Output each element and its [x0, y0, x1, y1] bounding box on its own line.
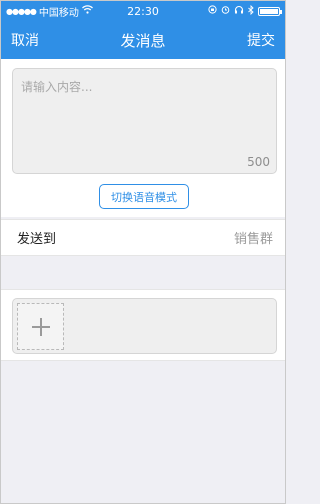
battery-icon: [258, 6, 282, 16]
status-left: ●●●●● 中国移动: [6, 4, 93, 19]
bluetooth-icon: [248, 4, 254, 18]
add-attachment-button[interactable]: [17, 303, 64, 350]
send-to-row[interactable]: 发送到 销售群: [1, 219, 285, 256]
signal-icon: ●●●●●: [6, 6, 37, 16]
attachment-box: [12, 298, 277, 354]
compose-panel: 请输入内容... 500 切换语音模式: [1, 59, 285, 217]
submit-button[interactable]: 提交: [247, 30, 275, 50]
char-counter: 500: [247, 155, 270, 169]
nav-bar: 取消 发消息 提交: [1, 21, 285, 59]
cancel-button[interactable]: 取消: [11, 30, 39, 50]
message-placeholder: 请输入内容...: [21, 80, 93, 94]
switch-voice-mode-button[interactable]: 切换语音模式: [99, 184, 189, 209]
alarm-icon: [221, 5, 230, 17]
attachment-panel: [1, 289, 285, 361]
message-input[interactable]: 请输入内容... 500: [12, 68, 277, 174]
lock-rotation-icon: [208, 5, 217, 17]
send-to-label: 发送到: [17, 232, 57, 247]
carrier-name: 中国移动: [38, 7, 79, 19]
status-bar: ●●●●● 中国移动 22:30: [1, 1, 285, 21]
header: ●●●●● 中国移动 22:30 取消 发消息 提交: [1, 1, 285, 59]
status-right: [208, 4, 282, 18]
send-to-value: 销售群: [233, 232, 273, 247]
page-title: 发消息: [120, 31, 166, 50]
wifi-icon: [81, 5, 93, 17]
plus-icon-vertical: [40, 318, 42, 336]
headphones-icon: [234, 5, 244, 17]
